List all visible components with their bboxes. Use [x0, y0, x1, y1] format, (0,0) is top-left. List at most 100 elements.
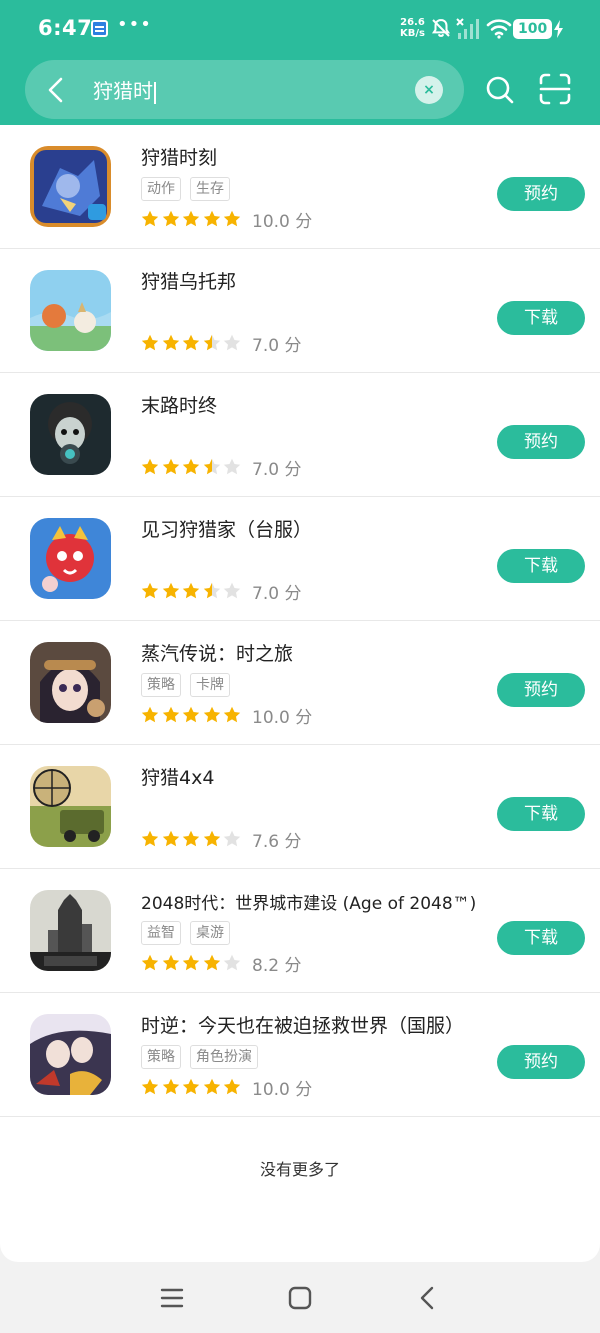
star-full-icon	[141, 458, 159, 475]
star-full-icon	[203, 706, 220, 723]
download-button[interactable]: 下载	[497, 921, 585, 955]
reserve-button[interactable]: 预约	[497, 1045, 585, 1079]
star-full-icon	[162, 582, 179, 599]
battery-icon: 100	[513, 19, 553, 39]
star-full-icon	[162, 334, 179, 351]
jeep-scope-icon[interactable]	[30, 766, 111, 847]
app-title[interactable]: 时逆：今天也在被迫拯救世界（国服）	[141, 1011, 464, 1038]
app-score: 10.0 分	[252, 212, 313, 232]
net-speed-unit: KB/s	[400, 28, 425, 39]
home-icon[interactable]	[286, 1284, 314, 1312]
reserve-button[interactable]: 预约	[497, 177, 585, 211]
star-full-icon	[141, 830, 159, 847]
app-tags: 策略 角色扮演	[141, 1045, 267, 1069]
star-full-icon	[182, 458, 200, 475]
app-row[interactable]: 末路时终 7.0 分 预约	[0, 373, 600, 497]
app-title[interactable]: 狩猎4x4	[141, 763, 214, 790]
status-time: 6:47	[38, 16, 93, 40]
app-row[interactable]: 时逆：今天也在被迫拯救世界（国服） 策略 角色扮演 10.0 分 预约	[0, 993, 600, 1117]
star-empty-icon	[223, 830, 241, 847]
star-full-icon	[223, 210, 241, 227]
star-empty-icon	[223, 334, 241, 351]
app-title[interactable]: 狩猎乌托邦	[141, 267, 236, 294]
app-tag: 角色扮演	[190, 1045, 258, 1069]
monster-hunt-icon[interactable]	[30, 146, 111, 227]
app-score: 10.0 分	[252, 708, 313, 728]
download-button[interactable]: 下载	[497, 301, 585, 335]
app-row[interactable]: 2048时代：世界城市建设 (Age of 2048™) 益智 桌游 8.2 分 …	[0, 869, 600, 993]
back-chevron-icon[interactable]	[42, 74, 72, 106]
star-rating	[141, 706, 241, 726]
star-full-icon	[203, 210, 220, 227]
star-rating	[141, 210, 241, 230]
app-score: 7.0 分	[252, 336, 302, 356]
net-speed: 26.6 KB/s	[400, 17, 425, 39]
search-input[interactable]: 狩猎时	[93, 75, 156, 104]
notification-app-icon	[91, 20, 108, 37]
app-title[interactable]: 2048时代：世界城市建设 (Age of 2048™)	[141, 889, 476, 914]
star-full-icon	[141, 210, 159, 227]
wifi-icon	[486, 19, 512, 39]
dark-boy-icon[interactable]	[30, 394, 111, 475]
app-tag: 策略	[141, 673, 181, 697]
star-rating	[141, 582, 241, 602]
steam-girl-icon[interactable]	[30, 642, 111, 723]
app-row[interactable]: 蒸汽传说：时之旅 策略 卡牌 10.0 分 预约	[0, 621, 600, 745]
reserve-button[interactable]: 预约	[497, 673, 585, 707]
charging-icon	[554, 20, 563, 38]
star-full-icon	[141, 334, 159, 351]
download-button[interactable]: 下载	[497, 549, 585, 583]
star-half-icon	[203, 334, 220, 351]
download-button[interactable]: 下载	[497, 797, 585, 831]
menu-icon[interactable]	[158, 1284, 186, 1312]
header: 6:47 ••• 26.6 KB/s 100 狩猎时 ×	[0, 0, 600, 125]
back-icon[interactable]	[414, 1284, 442, 1312]
anime-duo-icon[interactable]	[30, 1014, 111, 1095]
star-full-icon	[141, 954, 159, 971]
app-score: 7.6 分	[252, 832, 302, 852]
search-bar[interactable]	[25, 60, 464, 119]
search-icon[interactable]	[484, 74, 516, 106]
app-title[interactable]: 见习狩猎家（台服）	[141, 515, 312, 542]
star-empty-icon	[223, 954, 241, 971]
star-full-icon	[141, 706, 159, 723]
star-full-icon	[162, 954, 179, 971]
star-full-icon	[182, 954, 200, 971]
scan-icon[interactable]	[538, 72, 572, 106]
star-full-icon	[182, 582, 200, 599]
app-row[interactable]: 狩猎乌托邦 7.0 分 下载	[0, 249, 600, 373]
app-title[interactable]: 狩猎时刻	[141, 143, 217, 170]
star-full-icon	[162, 458, 179, 475]
no-signal-icon	[456, 18, 479, 39]
star-full-icon	[182, 334, 200, 351]
app-tags: 策略 卡牌	[141, 673, 239, 697]
app-tags: 动作 生存	[141, 177, 239, 201]
status-bar: 6:47 ••• 26.6 KB/s 100	[0, 0, 600, 58]
app-score: 10.0 分	[252, 1080, 313, 1100]
red-dragon-icon[interactable]	[30, 518, 111, 599]
star-half-icon	[203, 458, 220, 475]
star-rating	[141, 830, 241, 850]
star-full-icon	[223, 1078, 241, 1095]
star-rating	[141, 458, 241, 478]
app-tag: 动作	[141, 177, 181, 201]
city-2048-icon[interactable]	[30, 890, 111, 971]
fox-hunter-icon[interactable]	[30, 270, 111, 351]
app-score: 7.0 分	[252, 584, 302, 604]
app-row[interactable]: 狩猎4x4 7.6 分 下载	[0, 745, 600, 869]
star-half-icon	[203, 582, 220, 599]
app-tags: 益智 桌游	[141, 921, 239, 945]
star-full-icon	[203, 1078, 220, 1095]
star-full-icon	[162, 830, 179, 847]
app-tag: 卡牌	[190, 673, 230, 697]
clear-search-button[interactable]: ×	[415, 76, 443, 104]
reserve-button[interactable]: 预约	[497, 425, 585, 459]
app-row[interactable]: 见习狩猎家（台服） 7.0 分 下载	[0, 497, 600, 621]
app-title[interactable]: 蒸汽传说：时之旅	[141, 639, 293, 666]
star-full-icon	[203, 954, 220, 971]
more-dots-icon: •••	[117, 14, 152, 35]
app-title[interactable]: 末路时终	[141, 391, 217, 418]
app-tag: 生存	[190, 177, 230, 201]
star-full-icon	[182, 1078, 200, 1095]
app-row[interactable]: 狩猎时刻 动作 生存 10.0 分 预约	[0, 125, 600, 249]
